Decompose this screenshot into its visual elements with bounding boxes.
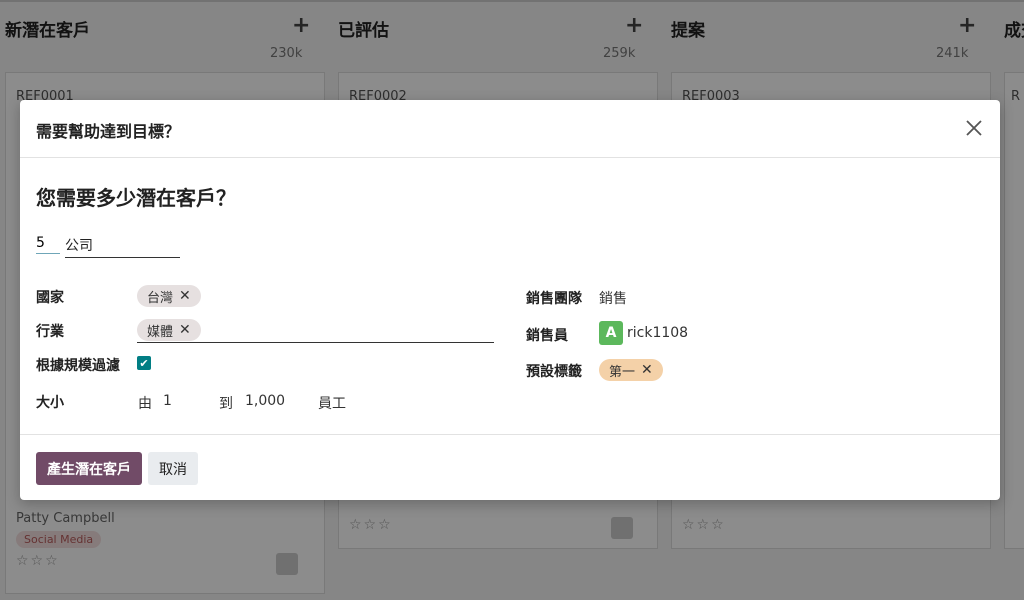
size-label: 大小 [36, 395, 64, 411]
country-tag-label: 台灣 [147, 290, 174, 306]
remove-tag-icon[interactable]: ✕ [641, 362, 653, 378]
country-tag: 台灣 ✕ [137, 285, 201, 307]
lead-count-input[interactable] [36, 233, 60, 254]
lead-mining-dialog: 需要幫助達到目標？ 您需要多少潛在客戶？ 公司 國家 台灣 ✕ 行業 媒體 ✕ … [20, 100, 1000, 500]
salesperson-field[interactable]: rick1108 [627, 325, 688, 341]
size-from-label: 由 [138, 396, 152, 412]
dialog-header: 需要幫助達到目標？ [20, 100, 1000, 158]
sales-team-field[interactable]: 銷售 [599, 288, 627, 308]
salesperson-label: 銷售員 [526, 328, 568, 344]
sales-team-label: 銷售團隊 [526, 291, 582, 307]
remove-tag-icon[interactable]: ✕ [179, 322, 191, 338]
filter-size-label: 根據規模過濾 [36, 358, 120, 374]
remove-tag-icon[interactable]: ✕ [179, 288, 191, 304]
industry-label: 行業 [36, 324, 64, 340]
lead-type-select[interactable]: 公司 [65, 233, 180, 258]
question-heading: 您需要多少潛在客戶？ [36, 186, 236, 210]
cancel-button[interactable]: 取消 [148, 452, 198, 485]
generate-leads-button[interactable]: 產生潛在客戶 [36, 452, 142, 485]
industry-tag-label: 媒體 [147, 324, 174, 340]
filter-size-checkbox[interactable]: ✔ [137, 356, 151, 370]
default-tag: 第一 ✕ [599, 359, 663, 381]
size-to-label: 到 [219, 396, 233, 412]
size-from-input[interactable]: 1 [163, 393, 172, 409]
size-to-input[interactable]: 1,000 [245, 393, 285, 409]
size-unit: 員工 [318, 396, 346, 412]
avatar: A [599, 321, 623, 345]
country-label: 國家 [36, 290, 64, 306]
industry-tag: 媒體 ✕ [137, 319, 201, 341]
default-tag-label: 第一 [609, 364, 636, 380]
dialog-footer: 產生潛在客戶 取消 [20, 434, 1000, 501]
default-tags-label: 預設標籤 [526, 364, 582, 380]
close-icon[interactable] [962, 116, 986, 140]
check-icon: ✔ [139, 356, 149, 370]
dialog-title: 需要幫助達到目標？ [36, 122, 181, 141]
